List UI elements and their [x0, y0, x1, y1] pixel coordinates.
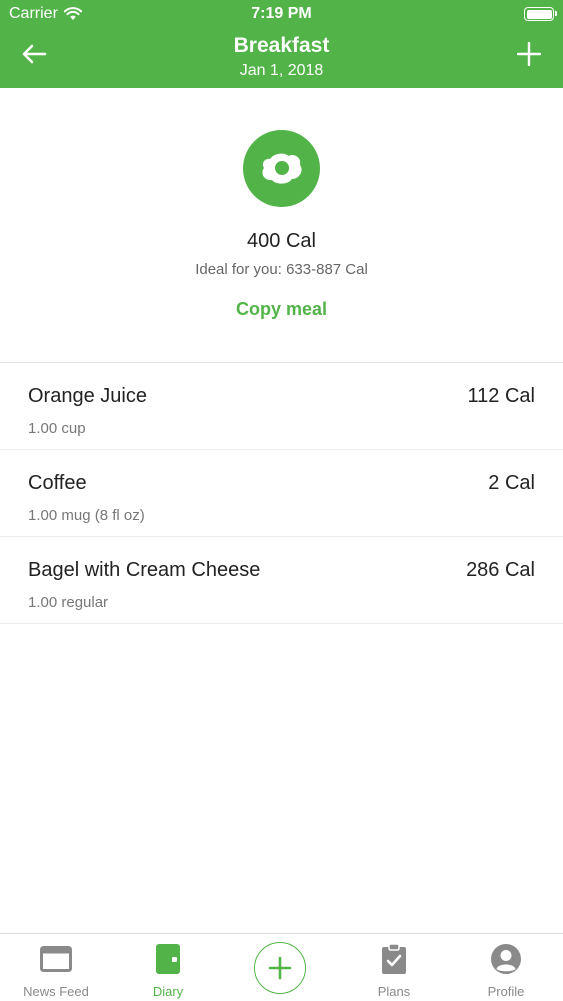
page-date: Jan 1, 2018 [239, 62, 324, 79]
arrow-left-icon [22, 44, 47, 64]
page-title: Breakfast [233, 34, 330, 57]
tab-bar: News Feed Diary Plans Profile [0, 933, 563, 1001]
total-calories: 400 Cal [247, 230, 316, 252]
ideal-calorie-range: Ideal for you: 633-887 Cal [195, 261, 368, 278]
food-item[interactable]: Orange Juice 112 Cal 1.00 cup [0, 363, 563, 450]
clipboard-check-icon [382, 943, 406, 974]
tab-label: Plans [377, 984, 411, 999]
news-feed-icon [40, 946, 72, 972]
food-calories: 2 Cal [488, 472, 535, 494]
status-bar: Carrier 7:19 PM [0, 0, 563, 30]
food-calories: 286 Cal [466, 559, 535, 581]
food-serving: 1.00 cup [28, 420, 86, 437]
fried-egg-icon [261, 153, 302, 184]
tab-label: Diary [152, 984, 184, 999]
tab-label: Profile [487, 984, 525, 999]
food-name: Orange Juice [28, 385, 147, 407]
food-name: Bagel with Cream Cheese [28, 559, 261, 581]
tab-news-feed[interactable]: News Feed [0, 934, 112, 1001]
add-food-button[interactable] [509, 36, 549, 72]
copy-meal-button[interactable]: Copy meal [180, 299, 383, 320]
food-list: Orange Juice 112 Cal 1.00 cup Coffee 2 C… [0, 363, 563, 624]
food-item[interactable]: Bagel with Cream Cheese 286 Cal 1.00 reg… [0, 537, 563, 624]
add-entry-button[interactable] [254, 942, 306, 994]
food-serving: 1.00 regular [28, 594, 109, 611]
tab-profile[interactable]: Profile [450, 934, 562, 1001]
diary-icon [156, 944, 180, 974]
profile-icon [491, 944, 521, 974]
header: Carrier 7:19 PM Breakfast Jan 1, 2018 [0, 0, 563, 88]
battery-icon [524, 7, 557, 21]
meal-icon-badge [243, 130, 320, 207]
food-serving: 1.00 mug (8 fl oz) [28, 507, 145, 524]
plus-icon [517, 42, 541, 66]
plus-circle-icon [268, 956, 292, 980]
meal-summary: 400 Cal Ideal for you: 633-887 Cal Copy … [0, 88, 563, 363]
tab-plans[interactable]: Plans [338, 934, 450, 1001]
tab-diary[interactable]: Diary [112, 934, 224, 1001]
food-name: Coffee [28, 472, 87, 494]
back-button[interactable] [14, 36, 54, 72]
food-calories: 112 Cal [467, 385, 535, 407]
food-item[interactable]: Coffee 2 Cal 1.00 mug (8 fl oz) [0, 450, 563, 537]
status-time: 7:19 PM [251, 5, 312, 22]
tab-label: News Feed [23, 984, 89, 999]
